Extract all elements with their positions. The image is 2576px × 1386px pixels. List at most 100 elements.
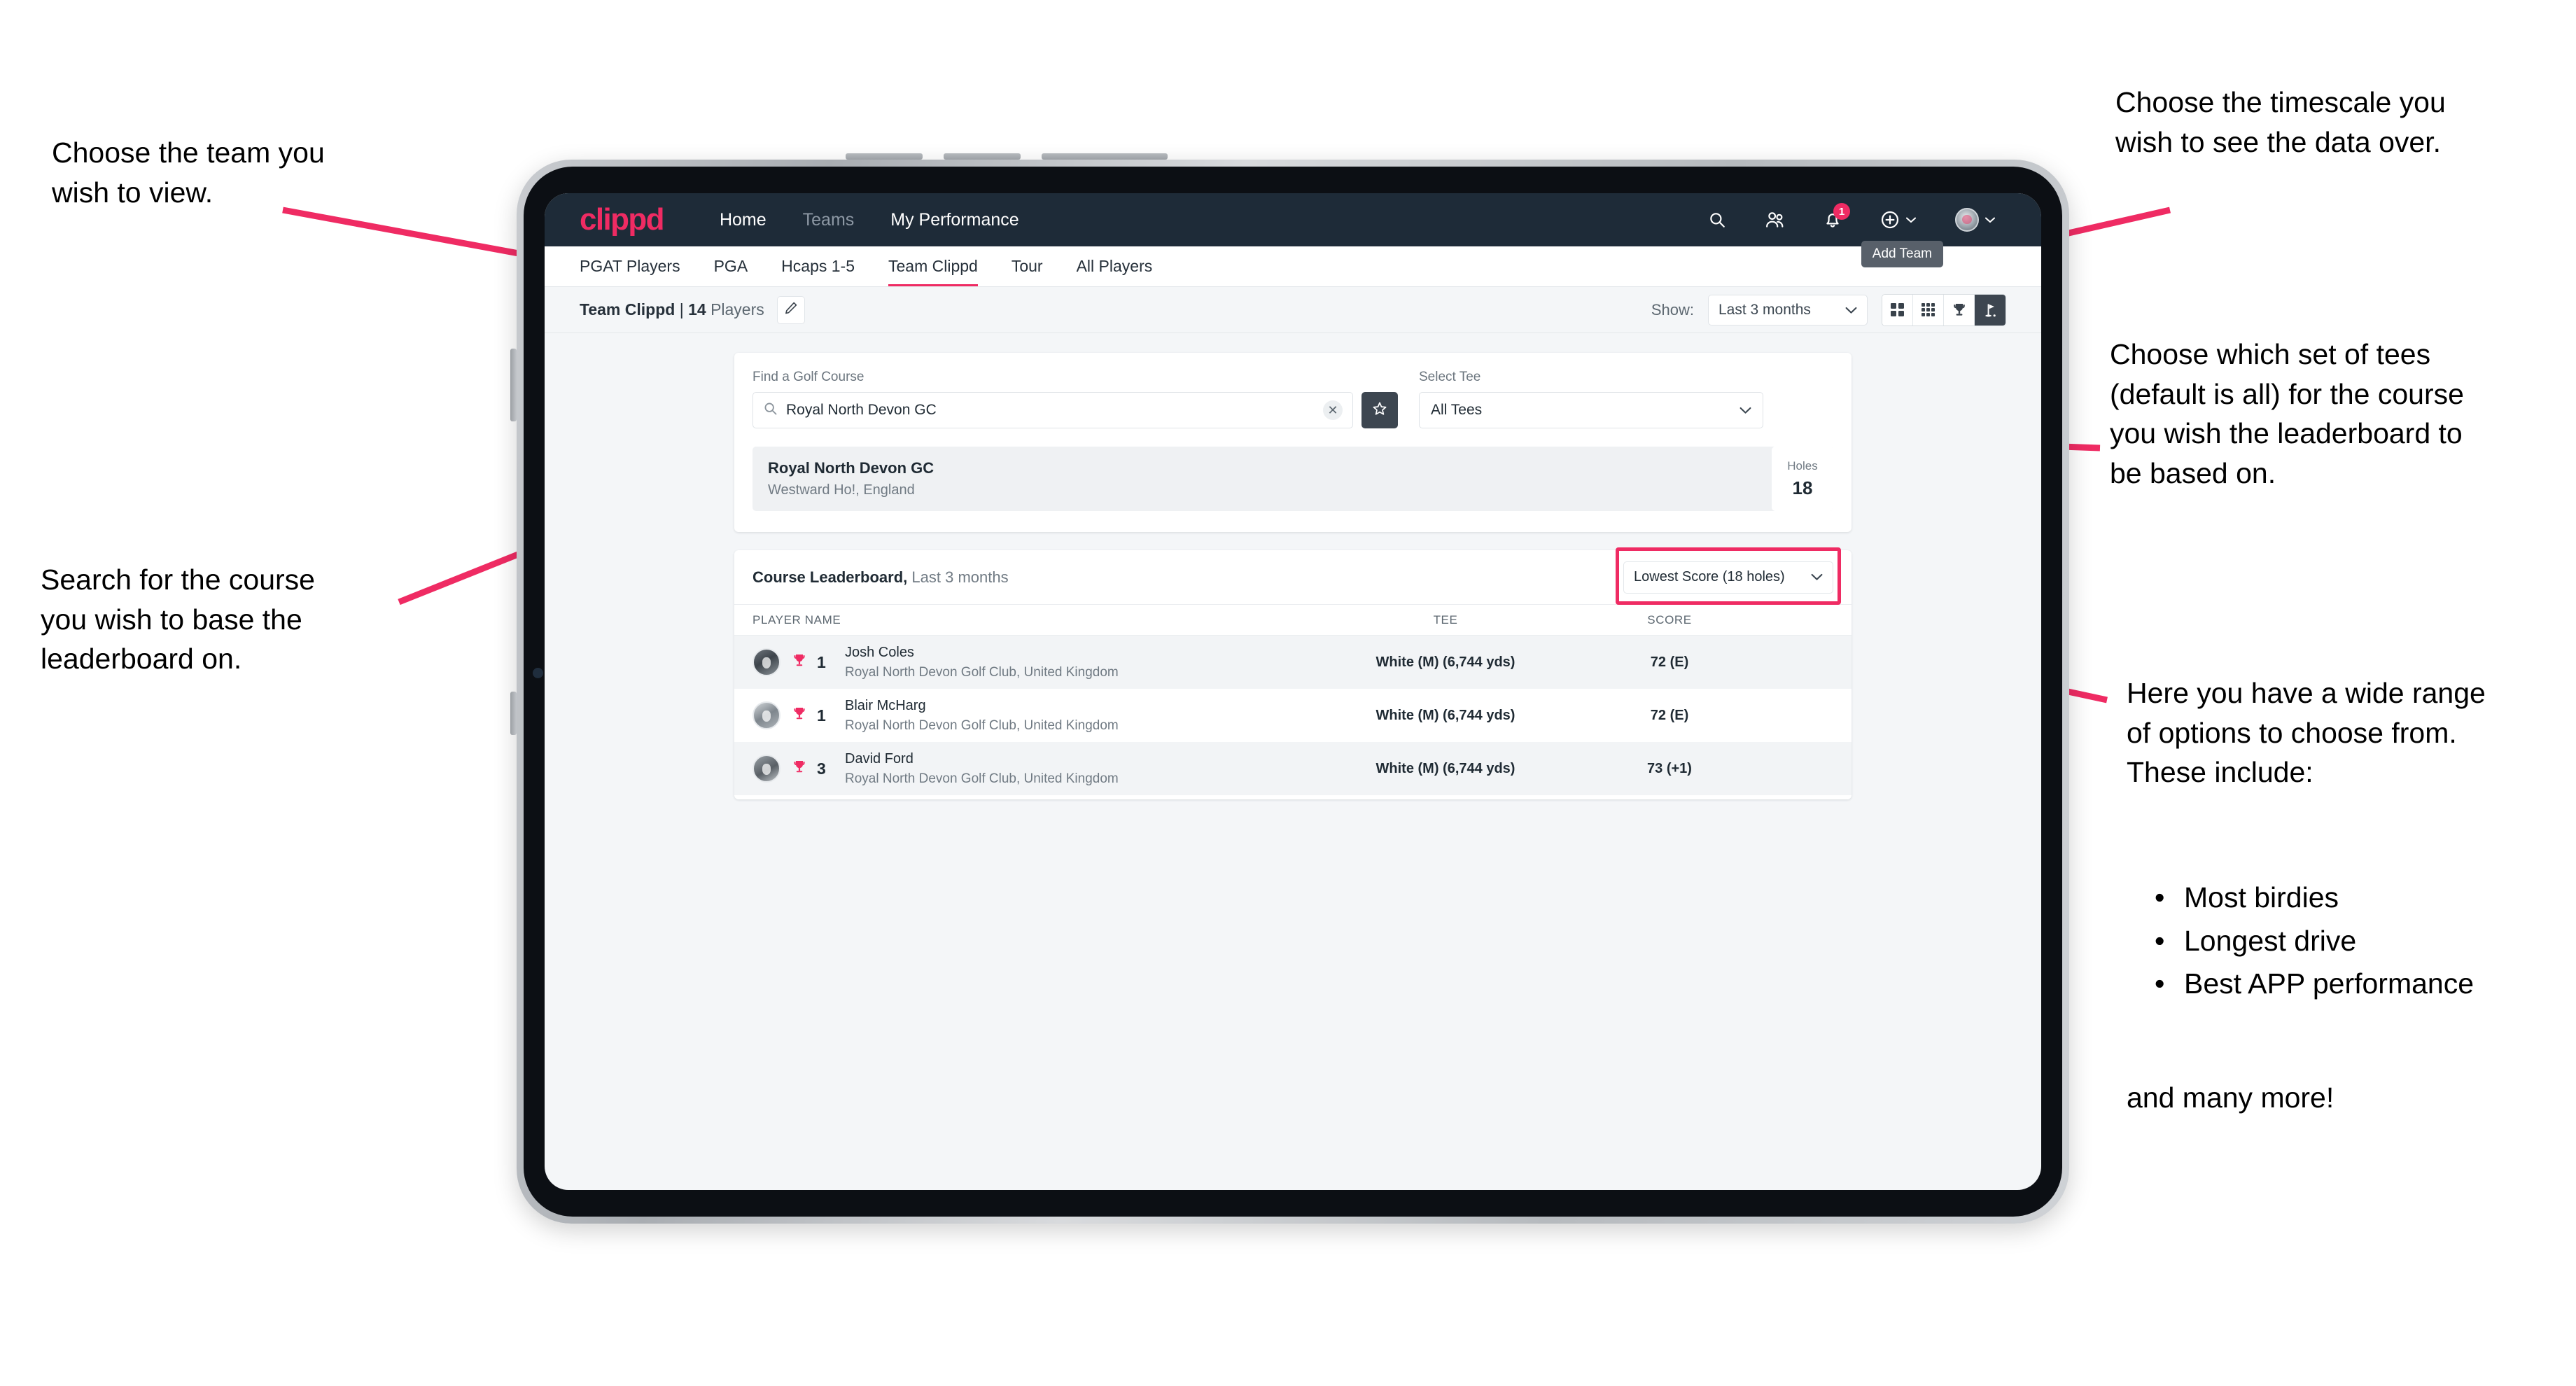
rank-value: 1 (817, 652, 826, 671)
table-row[interactable]: 1 Josh Coles Royal North Devon Golf Club… (734, 636, 1851, 689)
pencil-icon (784, 301, 798, 318)
tab-all-players[interactable]: All Players (1077, 257, 1153, 286)
player-name: Josh Coles (845, 644, 914, 660)
rank-value: 1 (817, 706, 826, 724)
star-icon (1371, 400, 1388, 421)
player-club: Royal North Devon Golf Club, United King… (845, 664, 1119, 680)
course-location: Westward Ho!, England (768, 482, 915, 498)
tee-field-label: Select Tee (1419, 370, 1481, 384)
tab-hcaps-1-5[interactable]: Hcaps 1-5 (781, 257, 855, 286)
device-button-top-3 (1042, 153, 1168, 160)
grid-9-icon[interactable] (1913, 294, 1944, 326)
trophy-icon[interactable] (1944, 294, 1975, 326)
close-icon[interactable]: ✕ (1323, 400, 1343, 420)
nav-link-my-performance[interactable]: My Performance (890, 210, 1018, 230)
tab-team-clippd[interactable]: Team Clippd (888, 257, 978, 286)
annotation-search: Search for the course you wish to base t… (41, 564, 315, 676)
team-toolbar: Team Clippd | 14 Players Show: Last 3 mo… (545, 287, 2041, 333)
nav-link-home[interactable]: Home (720, 210, 766, 230)
toolbar-controls: Show: Last 3 months (1651, 293, 2006, 326)
favourite-button[interactable] (1362, 392, 1398, 428)
timescale-select[interactable]: Last 3 months (1708, 294, 1868, 326)
column-header-tee: TEE (1433, 612, 1458, 626)
search-icon[interactable] (1708, 211, 1726, 229)
people-icon[interactable] (1765, 211, 1785, 229)
annotation-options-outro: and many more! (2127, 1082, 2334, 1114)
trophy-icon (792, 760, 807, 778)
avatar (752, 755, 780, 783)
device-button-top-2 (944, 153, 1021, 160)
column-header-score: SCORE (1647, 612, 1692, 626)
metric-select-wrapper: Lowest Score (18 holes) (1616, 547, 1841, 605)
player-cell: 1 Josh Coles Royal North Devon Golf Club… (752, 645, 1326, 680)
search-fields: Find a Golf Course Royal North Devon GC … (752, 370, 1833, 428)
list-item: • Most birdies (2155, 881, 2339, 913)
chevron-down-icon (1985, 217, 1995, 223)
plus-circle-icon[interactable] (1880, 210, 1916, 230)
show-label: Show: (1651, 300, 1694, 318)
add-team-tooltip: Add Team (1861, 241, 1943, 267)
bell-icon[interactable]: 1 (1824, 203, 1850, 229)
tab-tour[interactable]: Tour (1011, 257, 1043, 286)
chevron-down-icon (1906, 217, 1916, 223)
holes-label: Holes (1787, 458, 1818, 472)
tee-value: White (M) (6,744 yds) (1376, 707, 1516, 723)
table-row[interactable]: 3 David Ford Royal North Devon Golf Club… (734, 742, 1851, 795)
table-row[interactable]: 1 Blair McHarg Royal North Devon Golf Cl… (734, 689, 1851, 742)
column-header-player-name: PLAYER NAME (752, 612, 841, 626)
player-club: Royal North Devon Golf Club, United King… (845, 718, 1119, 733)
tee-field: Select Tee All Tees (1419, 370, 1763, 428)
golf-flag-icon[interactable] (1975, 294, 2005, 326)
notification-badge: 1 (1833, 203, 1850, 220)
holes-badge: Holes 18 (1772, 447, 1833, 511)
list-item: • Best APP performance (2155, 967, 2474, 1000)
course-result-row[interactable]: Royal North Devon GC Westward Ho!, Engla… (752, 447, 1833, 511)
player-identity: David Ford Royal North Devon Golf Club, … (845, 751, 1119, 787)
leaderboard-header: Course Leaderboard, Last 3 months Lowest… (734, 547, 1851, 605)
tee-value: White (M) (6,744 yds) (1376, 760, 1516, 776)
tablet-bezel: clippd Home Teams My Performance 1 Add T… (524, 167, 2062, 1217)
tee-select[interactable]: All Tees (1419, 392, 1763, 428)
trophy-icon (792, 653, 807, 672)
player-club: Royal North Devon Golf Club, United King… (845, 771, 1119, 786)
grid-4-icon[interactable] (1882, 294, 1913, 326)
avatar[interactable] (1955, 208, 1995, 232)
metric-select[interactable]: Lowest Score (18 holes) (1623, 561, 1833, 594)
chevron-down-icon (1811, 569, 1823, 585)
device-button-top-1 (846, 153, 923, 160)
leaderboard-subtitle: Last 3 months (911, 568, 1009, 586)
search-icon (763, 401, 778, 419)
holes-value: 18 (1792, 477, 1813, 498)
clippd-logo[interactable]: clippd (580, 204, 665, 235)
team-tabs: PGAT Players PGA Hcaps 1-5 Team Clippd T… (545, 246, 2041, 287)
search-input[interactable]: Royal North Devon GC ✕ (752, 392, 1353, 428)
course-leaderboard-card: Course Leaderboard, Last 3 months Lowest… (734, 547, 1851, 799)
avatar-image (1955, 208, 1979, 232)
annotation-tees: Choose which set of tees (default is all… (2110, 338, 2464, 489)
nav-actions: 1 (1708, 203, 1995, 232)
rank-value: 3 (817, 759, 826, 778)
tee-select-value: All Tees (1431, 402, 1483, 418)
app-screen: clippd Home Teams My Performance 1 Add T… (545, 193, 2041, 1190)
leaderboard-column-headers: PLAYER NAME TEE SCORE (734, 605, 1851, 636)
course-name: Royal North Devon GC (768, 459, 934, 477)
players-word: Players (710, 300, 764, 318)
metric-select-value: Lowest Score (18 holes) (1634, 569, 1785, 584)
annotation-team: Choose the team you wish to view. (52, 136, 325, 209)
player-identity: Blair McHarg Royal North Devon Golf Club… (845, 698, 1119, 734)
page-root: Choose the team you wish to view. Search… (0, 0, 2576, 1386)
tab-pga[interactable]: PGA (714, 257, 748, 286)
nav-link-teams[interactable]: Teams (803, 210, 855, 230)
course-search-card: Find a Golf Course Royal North Devon GC … (734, 353, 1851, 532)
camera-icon (533, 668, 543, 678)
player-cell: 1 Blair McHarg Royal North Devon Golf Cl… (752, 698, 1326, 734)
tab-pgat-players[interactable]: PGAT Players (580, 257, 680, 286)
main-nav: Home Teams My Performance (720, 210, 1019, 230)
score-value: 72 (E) (1650, 654, 1689, 670)
chevron-down-icon (1845, 302, 1857, 318)
edit-team-button[interactable] (776, 295, 805, 324)
top-navbar: clippd Home Teams My Performance 1 (545, 193, 2041, 246)
annotation-options-intro: Here you have a wide range of options to… (2127, 677, 2486, 789)
leaderboard-title: Course Leaderboard, Last 3 months (752, 568, 1009, 587)
player-identity: Josh Coles Royal North Devon Golf Club, … (845, 645, 1119, 680)
